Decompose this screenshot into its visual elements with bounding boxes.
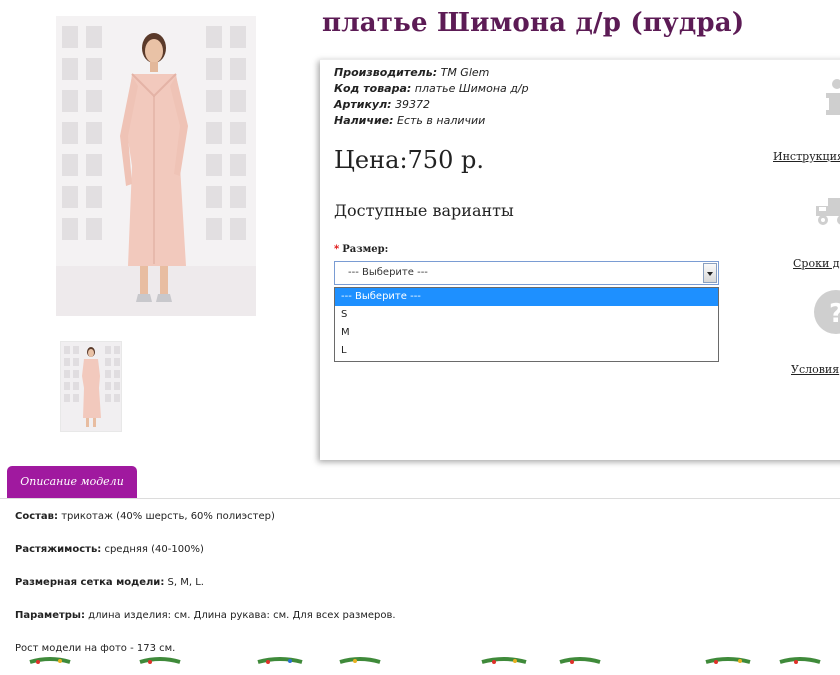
- size-option-s[interactable]: S: [335, 306, 718, 324]
- article-value: 39372: [395, 98, 431, 111]
- stock-label: Наличие:: [334, 114, 394, 127]
- stretch-line: Растяжимость: средняя (40-100%): [15, 543, 396, 576]
- composition-line: Состав: трикотаж (40% шерсть, 60% полиэс…: [15, 510, 396, 543]
- stretch-label: Растяжимость:: [15, 544, 102, 555]
- model-description: Состав: трикотаж (40% шерсть, 60% полиэс…: [15, 510, 396, 675]
- size-grid-label: Размерная сетка модели:: [15, 577, 165, 588]
- manufacturer-value: TM Glem: [440, 66, 490, 79]
- svg-text:?: ?: [829, 299, 840, 329]
- parameters-value: длина изделия: см. Длина рукава: см. Для…: [84, 610, 396, 621]
- size-dropdown-list: --- Выберите --- S M L: [334, 287, 719, 362]
- tab-divider: [0, 498, 840, 499]
- size-label-text: Размер:: [342, 244, 389, 255]
- parameters-label: Параметры:: [15, 610, 85, 621]
- delivery-terms-link[interactable]: Сроки до: [793, 257, 840, 270]
- size-option-default[interactable]: --- Выберите ---: [335, 288, 718, 306]
- product-title: платье Шимона д/р (пудра): [322, 8, 745, 38]
- info-icon: [824, 78, 840, 118]
- composition-value: трикотаж (40% шерсть, 60% полиэстер): [58, 511, 275, 522]
- size-option-m[interactable]: M: [335, 324, 718, 342]
- question-icon: ?: [814, 290, 840, 334]
- product-main-photo[interactable]: [56, 16, 256, 316]
- manufacturer-label: Производитель:: [334, 66, 438, 79]
- size-option-l[interactable]: L: [335, 342, 718, 360]
- product-info-panel: Производитель: TM Glem Код товара: плать…: [320, 59, 840, 460]
- tab-model-description[interactable]: Описание модели: [7, 466, 137, 498]
- size-grid-line: Размерная сетка модели: S, M, L.: [15, 576, 396, 609]
- holiday-garland-decoration: [0, 654, 840, 667]
- article-row: Артикул: 39372: [334, 97, 529, 113]
- size-select[interactable]: --- Выберите ---: [334, 261, 719, 285]
- manufacturer-row: Производитель: TM Glem: [334, 65, 529, 81]
- chevron-down-icon[interactable]: [703, 263, 717, 283]
- conditions-link[interactable]: Условия: [791, 363, 839, 376]
- product-price: Цена:750 р.: [334, 146, 484, 174]
- parameters-line: Параметры: длина изделия: см. Длина рука…: [15, 609, 396, 642]
- instructions-link[interactable]: Инструкция: [773, 150, 840, 163]
- product-code-row: Код товара: платье Шимона д/р: [334, 81, 529, 97]
- product-code-value: платье Шимона д/р: [414, 82, 529, 95]
- size-select-value: --- Выберите ---: [348, 267, 428, 278]
- stock-value: Есть в наличии: [397, 114, 486, 127]
- size-grid-value: S, M, L.: [164, 577, 204, 588]
- delivery-truck-icon: [814, 190, 840, 230]
- variants-heading: Доступные варианты: [334, 201, 514, 220]
- article-label: Артикул:: [334, 98, 392, 111]
- composition-label: Состав:: [15, 511, 59, 522]
- product-details: Производитель: TM Glem Код товара: плать…: [334, 65, 529, 129]
- stock-row: Наличие: Есть в наличии: [334, 113, 529, 129]
- size-label: * Размер:: [334, 244, 388, 255]
- product-thumbnail[interactable]: [60, 341, 122, 432]
- product-code-label: Код товара:: [334, 82, 412, 95]
- stretch-value: средняя (40-100%): [101, 544, 204, 555]
- required-mark: *: [334, 244, 340, 255]
